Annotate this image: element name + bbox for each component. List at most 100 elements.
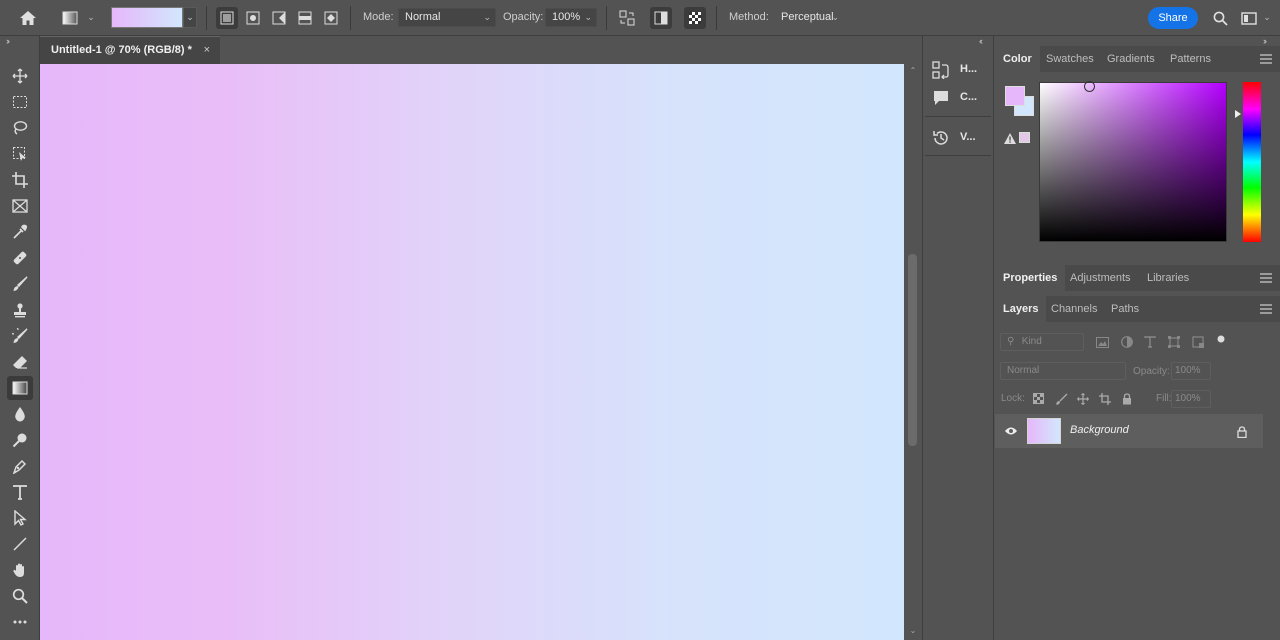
brush-tool-icon[interactable] [7, 272, 33, 296]
linear-gradient-button[interactable] [216, 7, 238, 29]
gradient-tool-icon[interactable] [7, 376, 33, 400]
tab-adjustments[interactable]: Adjustments [1062, 265, 1139, 291]
clone-stamp-tool-icon[interactable] [7, 298, 33, 322]
canvas-gradient[interactable] [40, 64, 904, 640]
gamut-swatch[interactable] [1019, 132, 1030, 143]
healing-brush-tool-icon[interactable] [7, 246, 33, 270]
hue-slider-handle[interactable] [1235, 110, 1241, 118]
more-tools-icon[interactable] [7, 610, 33, 634]
lock-transparent-pixels-icon[interactable] [1032, 392, 1045, 405]
foreground-color-swatch[interactable] [1005, 86, 1025, 106]
chevron-down-icon[interactable]: ⌄ [86, 12, 96, 22]
dither-icon[interactable] [650, 7, 672, 29]
eyedropper-tool-icon[interactable] [7, 220, 33, 244]
scroll-down-icon[interactable]: ⌄ [907, 624, 919, 636]
layer-name[interactable]: Background [1070, 424, 1129, 436]
filter-pixel-layers-icon[interactable] [1095, 335, 1109, 349]
pen-tool-icon[interactable] [7, 454, 33, 478]
collapsed-panel-comments[interactable]: C... [923, 83, 993, 113]
move-tool-icon[interactable] [7, 64, 33, 88]
color-picker-handle[interactable] [1084, 81, 1095, 92]
filter-type-layers-icon[interactable] [1143, 335, 1157, 349]
workspace-icon[interactable] [1238, 7, 1260, 29]
mode-dropdown[interactable]: Normal ⌄ [398, 8, 496, 27]
path-selection-tool-icon[interactable] [7, 506, 33, 530]
layer-row[interactable]: Background [995, 414, 1263, 448]
type-tool-icon[interactable] [7, 480, 33, 504]
eye-icon[interactable] [1003, 425, 1019, 437]
filter-smart-objects-icon[interactable] [1191, 335, 1205, 349]
tab-color[interactable]: Color [995, 46, 1040, 72]
properties-panel-tabs: Properties Adjustments Libraries [995, 265, 1280, 291]
tab-properties[interactable]: Properties [995, 265, 1066, 291]
tab-paths[interactable]: Paths [1103, 296, 1147, 322]
search-icon[interactable] [1209, 7, 1231, 29]
hue-slider[interactable] [1243, 82, 1261, 242]
radial-gradient-button[interactable] [242, 7, 264, 29]
lock-artboard-icon[interactable] [1098, 392, 1111, 405]
transparency-icon[interactable] [684, 7, 706, 29]
tab-patterns[interactable]: Patterns [1162, 46, 1219, 72]
lock-all-icon[interactable] [1120, 392, 1133, 405]
share-button[interactable]: Share [1148, 7, 1198, 29]
out-of-gamut-warning-icon[interactable] [1003, 131, 1017, 145]
line-tool-icon[interactable] [7, 532, 33, 556]
vertical-scrollbar[interactable]: ⌃ ⌄ [904, 64, 922, 640]
scroll-up-icon[interactable]: ⌃ [907, 64, 919, 76]
opacity-field[interactable]: 100% ⌄ [545, 8, 597, 27]
marquee-tool-icon[interactable] [7, 90, 33, 114]
eraser-tool-icon[interactable] [7, 350, 33, 374]
reverse-gradient-icon[interactable] [616, 7, 638, 29]
zoom-tool-icon[interactable] [7, 584, 33, 608]
crop-tool-icon[interactable] [7, 168, 33, 192]
separator [606, 6, 607, 30]
blend-mode-dropdown[interactable]: Normal [1000, 362, 1126, 380]
filter-toggle-icon[interactable] [1215, 333, 1227, 345]
gradient-tool-preset-icon[interactable] [58, 7, 82, 29]
close-icon[interactable]: × [204, 37, 210, 63]
layer-filter-field[interactable]: ⚲ Kind [1000, 333, 1084, 351]
collapse-panel-icon[interactable]: ‹‹ [979, 36, 983, 46]
diamond-gradient-button[interactable] [320, 7, 342, 29]
method-dropdown[interactable]: Perceptual ⌄ [774, 8, 844, 27]
panel-menu-icon[interactable] [1260, 304, 1272, 314]
tab-gradients[interactable]: Gradients [1099, 46, 1163, 72]
filter-adjustment-layers-icon[interactable] [1120, 335, 1134, 349]
home-icon[interactable] [16, 7, 40, 29]
collapsed-panel-version-history[interactable]: V... [923, 123, 993, 153]
chevron-down-icon: ⌄ [483, 12, 491, 22]
tab-channels[interactable]: Channels [1043, 296, 1105, 322]
canvas-area [40, 64, 904, 640]
panel-menu-icon[interactable] [1260, 273, 1272, 283]
layer-lock-icon[interactable] [1235, 425, 1249, 438]
fill-field[interactable]: 100% [1171, 390, 1211, 408]
gradient-picker-chevron-icon[interactable]: ⌄ [183, 7, 197, 28]
history-brush-tool-icon[interactable] [7, 324, 33, 348]
dodge-tool-icon[interactable] [7, 428, 33, 452]
expand-panel-icon[interactable]: ›› [6, 36, 10, 46]
tab-swatches[interactable]: Swatches [1038, 46, 1102, 72]
panel-menu-icon[interactable] [1260, 54, 1272, 64]
chevron-down-icon[interactable]: ⌄ [1262, 12, 1272, 22]
layer-opacity-value: 100% [1175, 365, 1201, 376]
document-tab[interactable]: Untitled-1 @ 70% (RGB/8) * × [40, 36, 220, 64]
hand-tool-icon[interactable] [7, 558, 33, 582]
tab-libraries[interactable]: Libraries [1139, 265, 1197, 291]
lasso-tool-icon[interactable] [7, 116, 33, 140]
lock-position-icon[interactable] [1076, 392, 1089, 405]
angle-gradient-button[interactable] [268, 7, 290, 29]
tab-layers[interactable]: Layers [995, 296, 1047, 322]
gradient-preset-swatch[interactable] [111, 7, 183, 28]
scrollbar-thumb[interactable] [908, 254, 917, 446]
lock-image-pixels-icon[interactable] [1055, 392, 1068, 405]
separator [206, 6, 207, 30]
frame-tool-icon[interactable] [7, 194, 33, 218]
object-selection-tool-icon[interactable] [7, 142, 33, 166]
blur-tool-icon[interactable] [7, 402, 33, 426]
expand-dock-icon[interactable]: ›› [1263, 36, 1267, 46]
filter-shape-layers-icon[interactable] [1167, 335, 1181, 349]
layer-opacity-field[interactable]: 100% [1171, 362, 1211, 380]
color-field[interactable] [1039, 81, 1227, 242]
reflected-gradient-button[interactable] [294, 7, 316, 29]
collapsed-panel-history-brush[interactable]: H... [923, 55, 993, 85]
